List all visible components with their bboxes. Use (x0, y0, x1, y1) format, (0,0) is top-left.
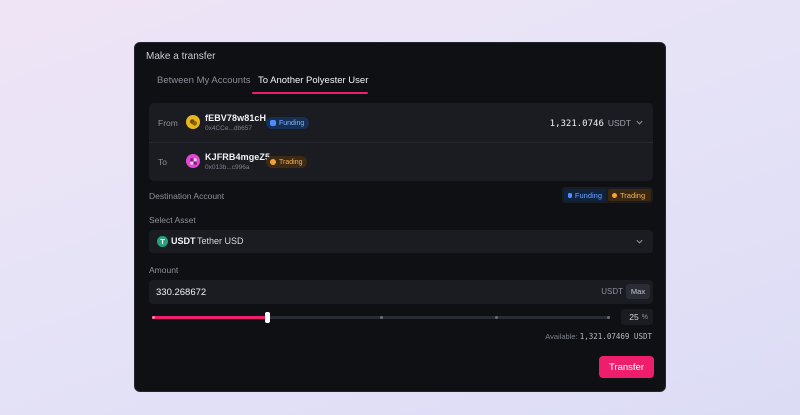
tab-between-my-accounts[interactable]: Between My Accounts (157, 75, 250, 86)
destination-funding-button[interactable]: Funding (564, 189, 606, 201)
percent-input[interactable]: 25% (621, 309, 653, 325)
asset-symbol: USDT (171, 236, 196, 246)
transfer-modal: Make a transfer Between My Accounts To A… (134, 42, 666, 392)
to-badge-label: Trading (279, 158, 303, 166)
amount-percent-slider[interactable] (152, 312, 610, 323)
from-account-address: 0x4CCe...db657 (205, 125, 252, 132)
destination-trading-label: Trading (620, 190, 646, 200)
slider-handle[interactable] (264, 312, 270, 323)
amount-label: Amount (149, 265, 179, 275)
chevron-down-icon (636, 239, 643, 244)
trading-icon (612, 192, 617, 198)
transfer-button[interactable]: Transfer (599, 356, 654, 378)
destination-funding-label: Funding (574, 190, 602, 200)
destination-account-toggle: Funding Trading (562, 187, 653, 203)
trading-icon (270, 159, 276, 165)
destination-account-label: Destination Account (149, 191, 225, 201)
from-row[interactable]: From fEBV78w81cH 0x4CCe...db657 Funding … (149, 103, 653, 142)
available-balance: Available: 1,321.07469 USDT (545, 332, 652, 341)
transfer-tabs: Between My Accounts To Another Polyester… (135, 71, 665, 95)
funding-icon (568, 192, 572, 198)
to-row[interactable]: To KJFRB4mgeZ5 0x013b...c996a Trading (149, 143, 653, 181)
to-account-address: 0x013b...c996a (205, 164, 250, 171)
percent-value: 25 (629, 312, 639, 322)
to-label: To (158, 157, 167, 167)
avatar-icon (186, 154, 200, 168)
from-balance-unit: USDT (607, 118, 631, 128)
tab-to-another-user[interactable]: To Another Polyester User (258, 75, 368, 86)
slider-tick (607, 316, 610, 319)
percent-sign: % (641, 313, 648, 321)
active-tab-indicator (252, 92, 368, 94)
amount-unit: USDT (601, 287, 623, 296)
asset-name: Tether USD (197, 236, 244, 246)
to-account-name: KJFRB4mgeZ5 (205, 152, 271, 162)
max-button[interactable]: Max (626, 284, 650, 299)
slider-tick (494, 316, 498, 319)
tether-icon: T (157, 236, 168, 247)
to-trading-badge: Trading (266, 156, 308, 168)
destination-trading-button[interactable]: Trading (608, 189, 651, 201)
from-balance-value: 1,321.0746 (549, 119, 604, 129)
amount-input[interactable] (156, 284, 456, 300)
slider-tick (380, 316, 383, 319)
chevron-down-icon[interactable] (635, 118, 644, 127)
from-balance: 1,321.0746 USDT (550, 118, 631, 129)
funding-icon (270, 120, 276, 126)
from-label: From (158, 118, 178, 128)
from-to-panel: From fEBV78w81cH 0x4CCe...db657 Funding … (149, 103, 653, 181)
slider-tick (152, 316, 155, 319)
modal-title: Make a transfer (146, 51, 216, 62)
available-value: 1,321.07469 USDT (579, 332, 652, 341)
coins-icon (186, 115, 200, 129)
from-badge-label: Funding (279, 119, 305, 127)
slider-fill (152, 316, 267, 319)
available-label: Available: (545, 332, 578, 341)
select-asset-label: Select Asset (149, 215, 196, 225)
amount-field: USDT Max (149, 280, 653, 304)
asset-select[interactable]: T USDT Tether USD (149, 230, 653, 253)
from-funding-badge: Funding (266, 117, 310, 129)
from-account-name: fEBV78w81cH (205, 113, 267, 123)
